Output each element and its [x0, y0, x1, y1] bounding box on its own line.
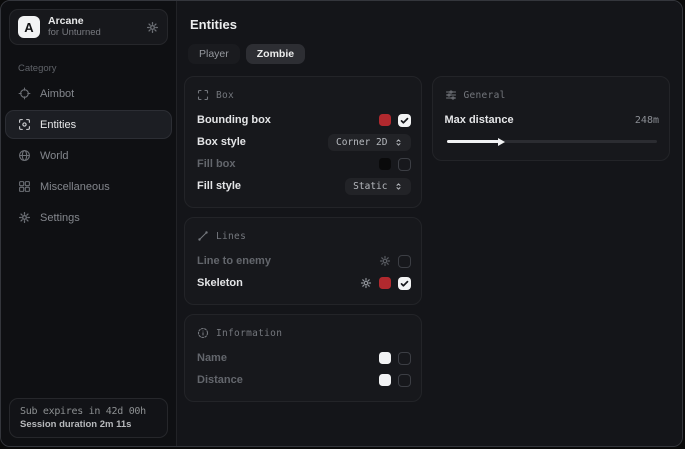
- crosshair-icon: [18, 87, 31, 100]
- sidebar-item-label: Entities: [40, 119, 76, 131]
- color-swatch[interactable]: [379, 114, 391, 126]
- card-title: Lines: [216, 231, 246, 242]
- max-distance-row: Max distance 248m: [445, 109, 660, 131]
- lines-card-header: Lines: [197, 228, 411, 244]
- app-window: A Arcane for Unturned Category Aimbot: [0, 0, 683, 447]
- box-card: Box Bounding box Box style: [184, 76, 422, 208]
- slider-thumb[interactable]: [498, 138, 505, 146]
- setting-label: Name: [197, 352, 227, 364]
- line-to-enemy-row: Line to enemy: [197, 250, 411, 272]
- setting-label: Fill style: [197, 180, 241, 192]
- sub-expiry-text: Sub expires in 42d 00h: [20, 406, 157, 417]
- tab-zombie[interactable]: Zombie: [246, 44, 305, 64]
- name-row: Name: [197, 347, 411, 369]
- setting-label: Skeleton: [197, 277, 243, 289]
- card-title: General: [464, 90, 506, 101]
- fill-style-row: Fill style Static: [197, 175, 411, 197]
- fill-style-dropdown[interactable]: Static: [345, 178, 410, 195]
- sidebar-item-label: Settings: [40, 212, 80, 224]
- app-subtitle: for Unturned: [48, 28, 138, 38]
- box-style-dropdown[interactable]: Corner 2D: [328, 134, 410, 151]
- sidebar-item-entities[interactable]: Entities: [5, 110, 172, 139]
- main-content: Entities Player Zombie Box Bounding box: [177, 1, 682, 446]
- chevrons-up-down-icon: [394, 138, 403, 147]
- slider-fill: [447, 140, 499, 143]
- gear-icon: [18, 211, 31, 224]
- sidebar-nav: Aimbot Entities World Miscellaneous: [1, 78, 176, 233]
- color-swatch[interactable]: [379, 277, 391, 289]
- setting-label: Line to enemy: [197, 255, 271, 267]
- gear-icon[interactable]: [379, 255, 391, 267]
- entities-scan-icon: [18, 118, 31, 131]
- setting-label: Bounding box: [197, 114, 271, 126]
- fill-box-checkbox[interactable]: [398, 158, 411, 171]
- dropdown-value: Static: [353, 181, 387, 192]
- brand-text: Arcane for Unturned: [48, 16, 138, 38]
- gear-icon[interactable]: [360, 277, 372, 289]
- category-label: Category: [18, 63, 176, 74]
- general-card-header: General: [445, 87, 660, 103]
- sidebar-item-miscellaneous[interactable]: Miscellaneous: [5, 172, 172, 201]
- dropdown-value: Corner 2D: [336, 137, 387, 148]
- bounding-box-row: Bounding box: [197, 109, 411, 131]
- tab-player[interactable]: Player: [188, 44, 240, 64]
- sidebar-item-settings[interactable]: Settings: [5, 203, 172, 232]
- fill-box-row: Fill box: [197, 153, 411, 175]
- setting-label: Fill box: [197, 158, 236, 170]
- sidebar-item-label: Miscellaneous: [40, 181, 110, 193]
- session-duration-text: Session duration 2m 11s: [20, 419, 157, 430]
- skeleton-row: Skeleton: [197, 272, 411, 294]
- information-card-header: Information: [197, 325, 411, 341]
- sidebar-item-world[interactable]: World: [5, 141, 172, 170]
- card-title: Information: [216, 328, 282, 339]
- subscription-card: Sub expires in 42d 00h Session duration …: [9, 398, 168, 438]
- sidebar-item-label: Aimbot: [40, 88, 74, 100]
- setting-label: Box style: [197, 136, 246, 148]
- skeleton-checkbox[interactable]: [398, 277, 411, 290]
- bounding-box-checkbox[interactable]: [398, 114, 411, 127]
- globe-icon: [18, 149, 31, 162]
- page-title: Entities: [190, 17, 670, 32]
- setting-label: Distance: [197, 374, 243, 386]
- sidebar-item-label: World: [40, 150, 69, 162]
- brand-card: A Arcane for Unturned: [9, 9, 168, 45]
- lines-card: Lines Line to enemy Skeleton: [184, 217, 422, 305]
- sidebar-item-aimbot[interactable]: Aimbot: [5, 79, 172, 108]
- box-style-row: Box style Corner 2D: [197, 131, 411, 153]
- name-checkbox[interactable]: [398, 352, 411, 365]
- entity-tabs: Player Zombie: [188, 44, 670, 64]
- card-title: Box: [216, 90, 234, 101]
- color-swatch[interactable]: [379, 158, 391, 170]
- general-card: General Max distance 248m: [432, 76, 671, 161]
- color-swatch[interactable]: [379, 352, 391, 364]
- distance-checkbox[interactable]: [398, 374, 411, 387]
- information-card: Information Name Distance: [184, 314, 422, 402]
- sidebar: A Arcane for Unturned Category Aimbot: [1, 1, 177, 446]
- max-distance-value: 248m: [635, 115, 659, 126]
- setting-label: Max distance: [445, 114, 514, 126]
- info-circle-icon: [197, 327, 209, 339]
- box-corners-icon: [197, 89, 209, 101]
- max-distance-slider[interactable]: [447, 140, 658, 143]
- sliders-icon: [445, 89, 457, 101]
- chevrons-up-down-icon: [394, 182, 403, 191]
- color-swatch[interactable]: [379, 374, 391, 386]
- gear-icon[interactable]: [146, 21, 159, 34]
- grid-icon: [18, 180, 31, 193]
- app-name: Arcane: [48, 16, 138, 28]
- app-logo: A: [18, 16, 40, 38]
- distance-row: Distance: [197, 369, 411, 391]
- diagonal-line-icon: [197, 230, 209, 242]
- line-to-enemy-checkbox[interactable]: [398, 255, 411, 268]
- box-card-header: Box: [197, 87, 411, 103]
